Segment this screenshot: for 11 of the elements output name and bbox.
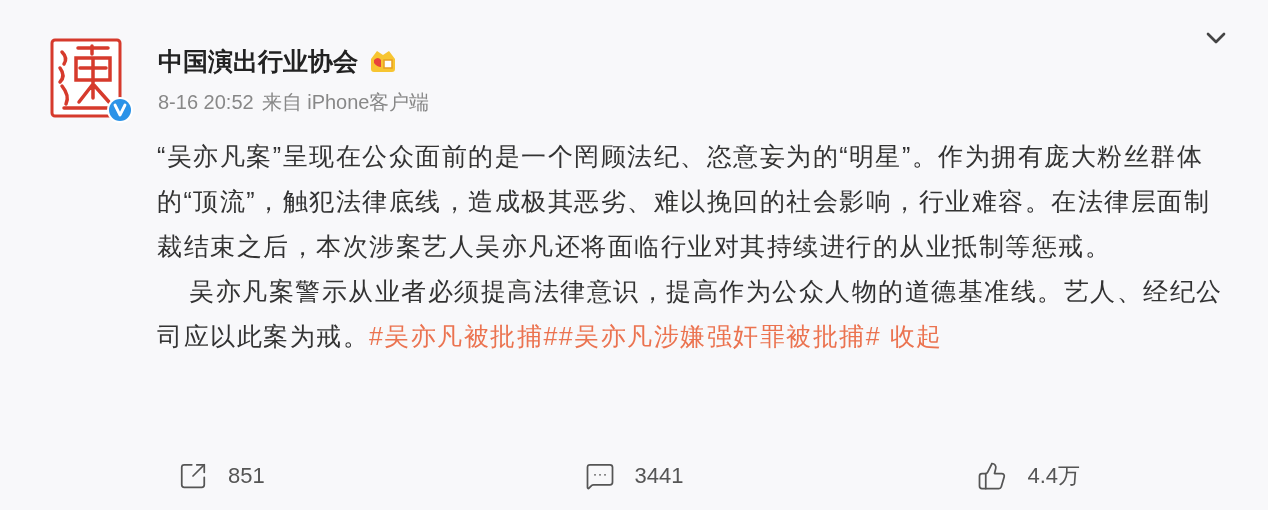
post-source: 来自 iPhone客户端 [261,90,430,115]
comment-button[interactable]: 3441 [584,459,684,492]
repost-button[interactable]: 851 [178,459,265,492]
post-paragraph: “吴亦凡案”呈现在公众面前的是一个罔顾法纪、恣意妄为的“明星”。作为拥有庞大粉丝群体的“顶流”，触犯法律底线，造成极其恶劣、难以挽回的社会影响，行业难容。在法律层面制裁结束之后，本次涉案艺人吴亦凡还将面临行业对其持续进行的从业抵制等惩戒。 [157,141,1212,262]
post-paragraph: 吴亦凡案警示从业者必须提高法律意识，提高作为公众人物的道德基准线。艺人、经纪公司应以此案为戒。#吴亦凡被批捕##吴亦凡涉嫌强奸罪被批捕# 收起 [157,276,1224,352]
verified-badge-icon [106,96,134,124]
seal-logo-icon [50,38,122,118]
like-button[interactable]: 4.4万 [977,459,1090,492]
author-name[interactable]: 中国演出行业协会 [158,44,358,78]
post-time: 8-16 20:52 [158,90,254,115]
thumbs-up-icon [977,460,1008,491]
